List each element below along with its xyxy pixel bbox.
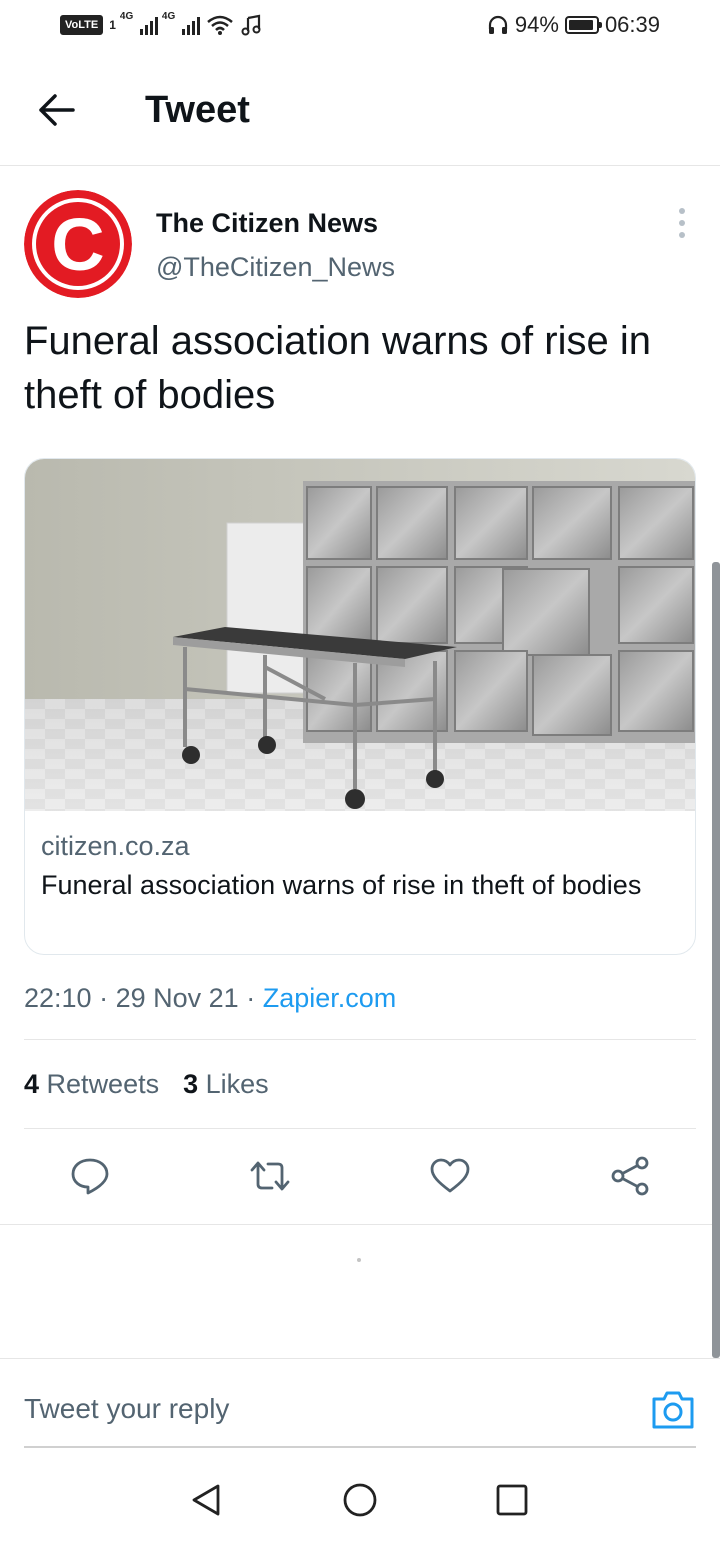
avatar-letter: C xyxy=(51,203,104,286)
camera-button[interactable] xyxy=(650,1387,696,1431)
author-name[interactable]: The Citizen News xyxy=(156,206,378,240)
retweets-stat[interactable]: 4 Retweets xyxy=(24,1064,159,1104)
reply-bar xyxy=(0,1358,720,1448)
author-handle[interactable]: @TheCitizen_News xyxy=(156,250,395,284)
back-arrow-icon xyxy=(39,94,75,126)
more-options-button[interactable] xyxy=(670,208,694,238)
tweet-source-link[interactable]: Zapier.com xyxy=(263,983,397,1013)
reply-input[interactable] xyxy=(24,1387,584,1431)
retweets-label: Retweets xyxy=(46,1069,160,1099)
headphones-icon xyxy=(488,15,507,34)
divider xyxy=(0,1224,720,1225)
divider xyxy=(24,1128,696,1129)
nav-home-button[interactable] xyxy=(338,1478,382,1522)
nav-back-button[interactable] xyxy=(184,1478,228,1522)
tweet-time: 22:10 xyxy=(24,983,92,1013)
network-type-label: 4G xyxy=(161,11,176,22)
heart-icon xyxy=(430,1158,470,1193)
loading-indicator xyxy=(357,1258,361,1262)
sim-number: 1 xyxy=(109,18,116,32)
tweet-meta: 22:10 · 29 Nov 21 · Zapier.com xyxy=(24,978,396,1018)
retweet-button[interactable] xyxy=(240,1146,300,1206)
share-button[interactable] xyxy=(600,1146,660,1206)
square-recents-icon xyxy=(496,1484,528,1516)
wifi-icon xyxy=(207,15,233,35)
reply-icon xyxy=(71,1158,109,1195)
clock: 06:39 xyxy=(604,12,660,37)
volte-badge: VoLTE xyxy=(60,15,104,35)
camera-icon xyxy=(652,1391,694,1429)
retweets-count: 4 xyxy=(24,1069,40,1099)
circle-home-icon xyxy=(343,1483,377,1517)
retweet-icon xyxy=(250,1161,290,1191)
meta-separator: · xyxy=(99,983,109,1013)
tweet-actions xyxy=(0,1146,720,1206)
reply-underline xyxy=(24,1446,696,1448)
back-button[interactable] xyxy=(30,86,82,134)
status-bar: VoLTE 1 4G 4G 94% 06:39 xyxy=(0,0,720,56)
like-button[interactable] xyxy=(420,1146,480,1206)
signal-icon: 4G xyxy=(162,11,200,35)
tweet-stats: 4 Retweets 3 Likes xyxy=(24,1064,269,1104)
divider xyxy=(24,1039,696,1040)
morgue-image xyxy=(25,459,695,811)
citizen-logo-icon: C xyxy=(24,190,132,298)
tweet-text: Funeral association warns of rise in the… xyxy=(24,319,651,417)
card-title: Funeral association warns of rise in the… xyxy=(41,870,642,900)
link-card[interactable]: citizen.co.za Funeral association warns … xyxy=(24,458,696,955)
more-dot-icon xyxy=(679,220,685,226)
system-nav-bar xyxy=(0,1456,720,1541)
music-note-icon xyxy=(241,14,261,36)
likes-label: Likes xyxy=(205,1069,269,1099)
avatar[interactable]: C xyxy=(24,190,132,298)
more-dot-icon xyxy=(679,232,685,238)
network-type-label: 4G xyxy=(119,11,134,22)
scrollbar[interactable] xyxy=(712,562,720,1358)
top-bar: Tweet xyxy=(0,56,720,166)
battery-icon xyxy=(564,16,602,34)
more-dot-icon xyxy=(679,208,685,214)
nav-recents-button[interactable] xyxy=(490,1478,534,1522)
tweet-date: 29 Nov 21 xyxy=(115,983,239,1013)
status-right: 94% 06:39 xyxy=(487,12,660,38)
battery-percent: 94% xyxy=(514,12,559,37)
likes-count: 3 xyxy=(183,1069,199,1099)
triangle-back-icon xyxy=(192,1484,220,1516)
share-icon xyxy=(611,1156,649,1196)
signal-icon: 4G xyxy=(120,11,158,35)
status-left: VoLTE 1 4G 4G xyxy=(60,11,262,36)
meta-separator: · xyxy=(246,983,256,1013)
likes-stat[interactable]: 3 Likes xyxy=(183,1064,269,1104)
reply-button[interactable] xyxy=(60,1146,120,1206)
page-title: Tweet xyxy=(145,89,250,131)
card-domain: citizen.co.za xyxy=(41,831,190,861)
